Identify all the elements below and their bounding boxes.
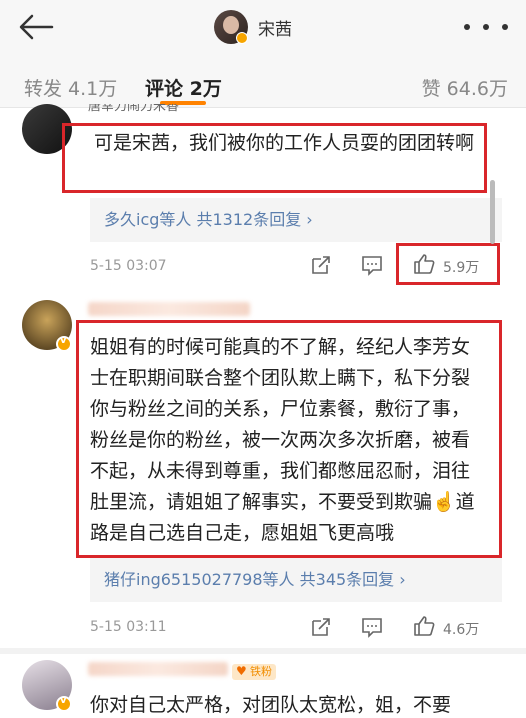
comment-username[interactable]: 唐幸力闹力米香 bbox=[88, 104, 179, 116]
highlight-box bbox=[62, 123, 487, 193]
divider bbox=[0, 648, 526, 654]
header-user[interactable]: 宋茜 bbox=[214, 9, 292, 45]
highlight-box bbox=[76, 320, 502, 558]
page-title: 宋茜 bbox=[258, 19, 292, 40]
verified-badge-icon bbox=[236, 32, 248, 44]
comment-icon[interactable] bbox=[361, 616, 383, 638]
share-icon[interactable] bbox=[310, 616, 332, 638]
tab-bar: 转发 4.1万 评论 2万 赞 64.6万 bbox=[0, 56, 526, 108]
arrow-left-icon bbox=[19, 14, 54, 40]
comment-date: 5-15 03:11 bbox=[90, 619, 167, 635]
replies-count: 共1312条回复 › bbox=[196, 210, 313, 229]
verified-badge-icon bbox=[56, 335, 72, 352]
back-button[interactable] bbox=[16, 12, 56, 42]
comment-text: 你对自己太严格，对团队太宽松，姐，不要 bbox=[90, 694, 452, 716]
top-bar: 宋茜 bbox=[0, 0, 526, 56]
thumbs-up-icon[interactable] bbox=[413, 615, 435, 637]
tab-comments[interactable]: 评论 2万 bbox=[145, 74, 222, 101]
comment-username[interactable] bbox=[88, 662, 228, 676]
comment-icon[interactable] bbox=[361, 254, 383, 276]
comment-username[interactable] bbox=[88, 302, 250, 316]
verified-badge-icon bbox=[56, 695, 72, 712]
replies-link[interactable]: 多久icg等人 共1312条回复 › bbox=[90, 198, 502, 242]
comment-date: 5-15 03:07 bbox=[90, 258, 167, 274]
highlight-box bbox=[396, 243, 500, 285]
replies-users: 多久icg等人 bbox=[104, 210, 197, 229]
replies-link[interactable]: 猪仔ing6515027798等人 共345条回复 › bbox=[90, 558, 502, 602]
more-dots-icon[interactable] bbox=[464, 16, 508, 38]
tab-repost[interactable]: 转发 4.1万 bbox=[24, 74, 117, 101]
like-count: 4.6万 bbox=[443, 622, 480, 638]
tab-likes[interactable]: 赞 64.6万 bbox=[422, 74, 508, 101]
replies-users: 猪仔ing6515027798等人 bbox=[104, 570, 300, 589]
share-icon[interactable] bbox=[310, 254, 332, 276]
scrollbar[interactable] bbox=[490, 180, 495, 244]
replies-count: 共345条回复 › bbox=[299, 570, 406, 589]
fan-badge: 铁粉 bbox=[232, 663, 276, 680]
